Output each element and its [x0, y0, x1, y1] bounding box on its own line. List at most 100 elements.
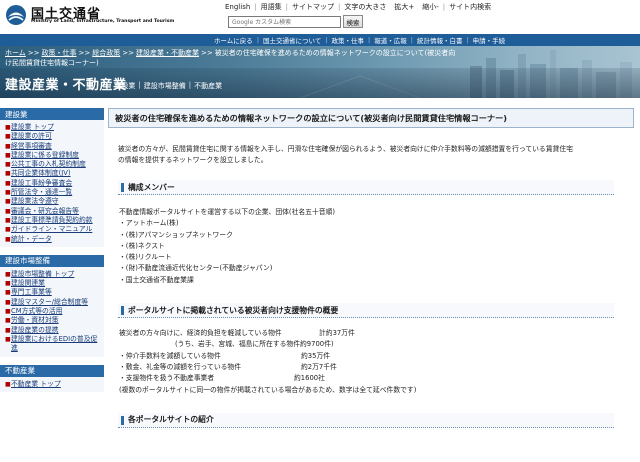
sidebar-item[interactable]: ■ 所管法令・通達一覧 [5, 188, 101, 197]
sidebar-item[interactable]: ■ 建設市場整備 トップ [5, 270, 101, 279]
sidebar-item-label: 共同企業体制度(JV) [11, 169, 71, 178]
english-link[interactable]: English [225, 3, 250, 11]
breadcrumb-separator: >> [78, 49, 91, 57]
member-item: ・(財)不動産流通近代化センター(不動産ジャパン) [119, 264, 273, 273]
ministry-logo[interactable]: 国土交通省 Ministry of Land, Infrastructure, … [5, 3, 205, 29]
overview-row: 被災者の方々向けに、経済的負担を軽減している物件 計約37万件 [119, 328, 634, 339]
nav-about[interactable]: 国土交通省について [263, 35, 321, 45]
font-size-label: 文字の大きさ [344, 3, 387, 11]
logo-subtitle: Ministry of Land, Infrastructure, Transp… [31, 19, 175, 24]
sidebar-item-label: 建設工事標準請負契約約款 [11, 215, 93, 224]
overview-value: 約35万件 [301, 351, 331, 360]
sidebar-item[interactable]: ■ 不動産業 トップ [5, 380, 101, 389]
sidebar-item[interactable]: ■ 統計・データ [5, 235, 101, 244]
subnav-market[interactable]: 建設市場整備 [144, 81, 186, 91]
nav-policy[interactable]: 政策・仕事 [332, 35, 365, 45]
sidebar-item[interactable]: ■ 建設業に係る登録制度 [5, 151, 101, 160]
sitemap-link[interactable]: サイトマップ [292, 2, 334, 12]
nav-home[interactable]: ホームに戻る [214, 35, 253, 45]
sidebar-item-label: 専門工事業等 [11, 288, 52, 297]
sidebar-item-label: 建設産業の提携 [11, 325, 59, 334]
ministry-emblem-icon [6, 5, 26, 25]
sidebar-item-label: 建設業法令遵守 [11, 197, 59, 206]
breadcrumb-construction-realestate[interactable]: 建設産業・不動産業 [136, 49, 199, 57]
intro-line: の情報を提供するネットワークを設立しました。 [118, 156, 268, 164]
overview-row: ・仲介手数料を減額している物件 約35万件 [119, 351, 634, 362]
sidebar-item-label: ガイドライン・マニュアル [11, 225, 93, 234]
member-item: ・(株)アパマンショップネットワーク [119, 230, 233, 239]
sidebar-item[interactable]: ■ 審議会・研究会報告等 [5, 207, 101, 216]
sidebar-item[interactable]: ■ 建設工事紛争審査会 [5, 179, 101, 188]
nav-press[interactable]: 報道・広報 [374, 35, 407, 45]
sidebar-item-label: 統計・データ [11, 234, 52, 243]
sidebar-item[interactable]: ■ ガイドライン・マニュアル [5, 225, 101, 234]
breadcrumb-policy[interactable]: 政策・仕事 [42, 49, 77, 57]
sidebar-item-label: 建設工事紛争審査会 [11, 178, 73, 187]
nav-statistics[interactable]: 統計情報・白書 [417, 35, 463, 45]
sidebar-list-construction: ■ 建設業 トップ ■ 建設業の許可 ■ 経営事項審査 ■ 建設業に係る登録制度 ■ 公共… [0, 120, 104, 247]
sidebar-item-label: 不動産業 トップ [11, 379, 61, 388]
sidebar-item[interactable]: ■ 専門工事業等 [5, 288, 101, 297]
search-box [228, 16, 341, 28]
overview-block: 被災者の方々向けに、経済的負担を軽減している物件 計約37万件 (うち、岩手、宮… [108, 328, 634, 396]
sidebar: 建設業 ■ 建設業 トップ ■ 建設業の許可 ■ 経営事項審査 ■ 建設業に係る登録制度… [0, 108, 104, 462]
site-search-link[interactable]: サイト内検索 [449, 2, 491, 12]
members-block: 不動産情報ポータルサイトを運営する以下の企業、団体(社名五十音順) ・アットホー… [108, 207, 634, 286]
breadcrumb-home[interactable]: ホーム [5, 49, 26, 57]
site-header: 国土交通省 Ministry of Land, Infrastructure, … [0, 0, 640, 33]
overview-value: 計約37万件 [319, 329, 355, 338]
sidebar-item[interactable]: ■ CM方式等の活用 [5, 307, 101, 316]
separator: | [410, 36, 413, 44]
sidebar-item[interactable]: ■ 建設業におけるEDIの普及促進 [5, 335, 101, 354]
intro-line: 被災者の方々が、民間賃貸住宅に関する情報を入手し、円滑な住宅確保が図られるよう、… [118, 145, 573, 153]
sidebar-heading-market[interactable]: 建設市場整備 [0, 254, 104, 267]
overview-label: 被災者の方々向けに、経済的負担を軽減している物件 [119, 329, 282, 338]
search-input[interactable] [229, 17, 340, 27]
overview-row: ・敷金、礼金等の減額を行っている物件 約2万7千件 [119, 362, 634, 373]
sidebar-heading-construction[interactable]: 建設業 [0, 108, 104, 120]
separator: | [466, 36, 469, 44]
breadcrumb-general-policy[interactable]: 総合政策 [92, 49, 120, 57]
breadcrumb-separator: >> [122, 49, 134, 57]
sidebar-item[interactable]: ■ 建設業法令遵守 [5, 197, 101, 206]
font-size-down-button[interactable]: 縮小- [422, 2, 439, 12]
sidebar-item[interactable]: ■ 建設業の許可 [5, 132, 101, 141]
font-size-up-button[interactable]: 拡大+ [394, 2, 414, 12]
sidebar-heading-realestate[interactable]: 不動産業 [0, 364, 104, 377]
subnav-construction[interactable]: 建設業 [114, 81, 135, 91]
overview-heading: ポータルサイトに掲載されている被災者向け支援物件の概要 [118, 303, 614, 319]
sidebar-item-label: 建設業 トップ [11, 123, 54, 131]
nav-applications[interactable]: 申請・手続 [473, 35, 506, 45]
overview-subrow: (うち、岩手、宮城、福島に所在する物件約9700件) [175, 340, 334, 349]
sidebar-item[interactable]: ■ 経営事項審査 [5, 142, 101, 151]
sidebar-item[interactable]: ■ 建設マスター/総合制度等 [5, 298, 101, 307]
member-item: ・国土交通省不動産業課 [119, 275, 194, 284]
member-item: ・アットホーム(株) [119, 219, 179, 228]
members-lead: 不動産情報ポータルサイトを運営する以下の企業、団体(社名五十音順) [119, 208, 336, 216]
section-subnav: | 建設業 | 建設市場整備 | 不動産業 [106, 81, 222, 91]
sidebar-list-realestate: ■ 不動産業 トップ [0, 376, 104, 392]
sidebar-item[interactable]: ■ 共同企業体制度(JV) [5, 169, 101, 178]
separator: | [368, 36, 371, 44]
sidebar-item[interactable]: ■ 建設産業の提携 [5, 326, 101, 335]
subnav-realestate[interactable]: 不動産業 [194, 81, 222, 91]
main-content: 被災者の住宅確保を進めるための情報ネットワークの設立について(被災者向け民間賃貸… [108, 108, 634, 428]
members-heading: 構成メンバー [118, 180, 614, 195]
member-item: ・(株)リクルート [119, 253, 172, 262]
sidebar-item[interactable]: ■ 建設業 トップ [5, 123, 101, 132]
breadcrumb-separator: >> [27, 49, 40, 57]
breadcrumb: ホーム >> 政策・仕事 >> 総合政策 >> 建設産業・不動産業 >> 被災者の住宅確保を進め… [5, 48, 483, 58]
separator: | [338, 3, 341, 11]
overview-row: ・支援物件を扱う不動産事業者 約1600社 [119, 373, 634, 384]
sidebar-item[interactable]: ■ 労働・資材対策 [5, 316, 101, 325]
sidebar-item[interactable]: ■ 建設工事標準請負契約約款 [5, 216, 101, 225]
search-button[interactable]: 検索 [343, 15, 363, 28]
sidebar-gap [0, 246, 104, 255]
breadcrumb-current: 被災者の住宅確保を進めるための情報ネットワークの設立について(被災者向 [214, 49, 456, 57]
glossary-link[interactable]: 用語集 [261, 2, 282, 12]
sidebar-item-label: 建設業におけるEDIの普及促進 [11, 334, 98, 353]
overview-label: ・支援物件を扱う不動産事業者 [119, 374, 215, 383]
